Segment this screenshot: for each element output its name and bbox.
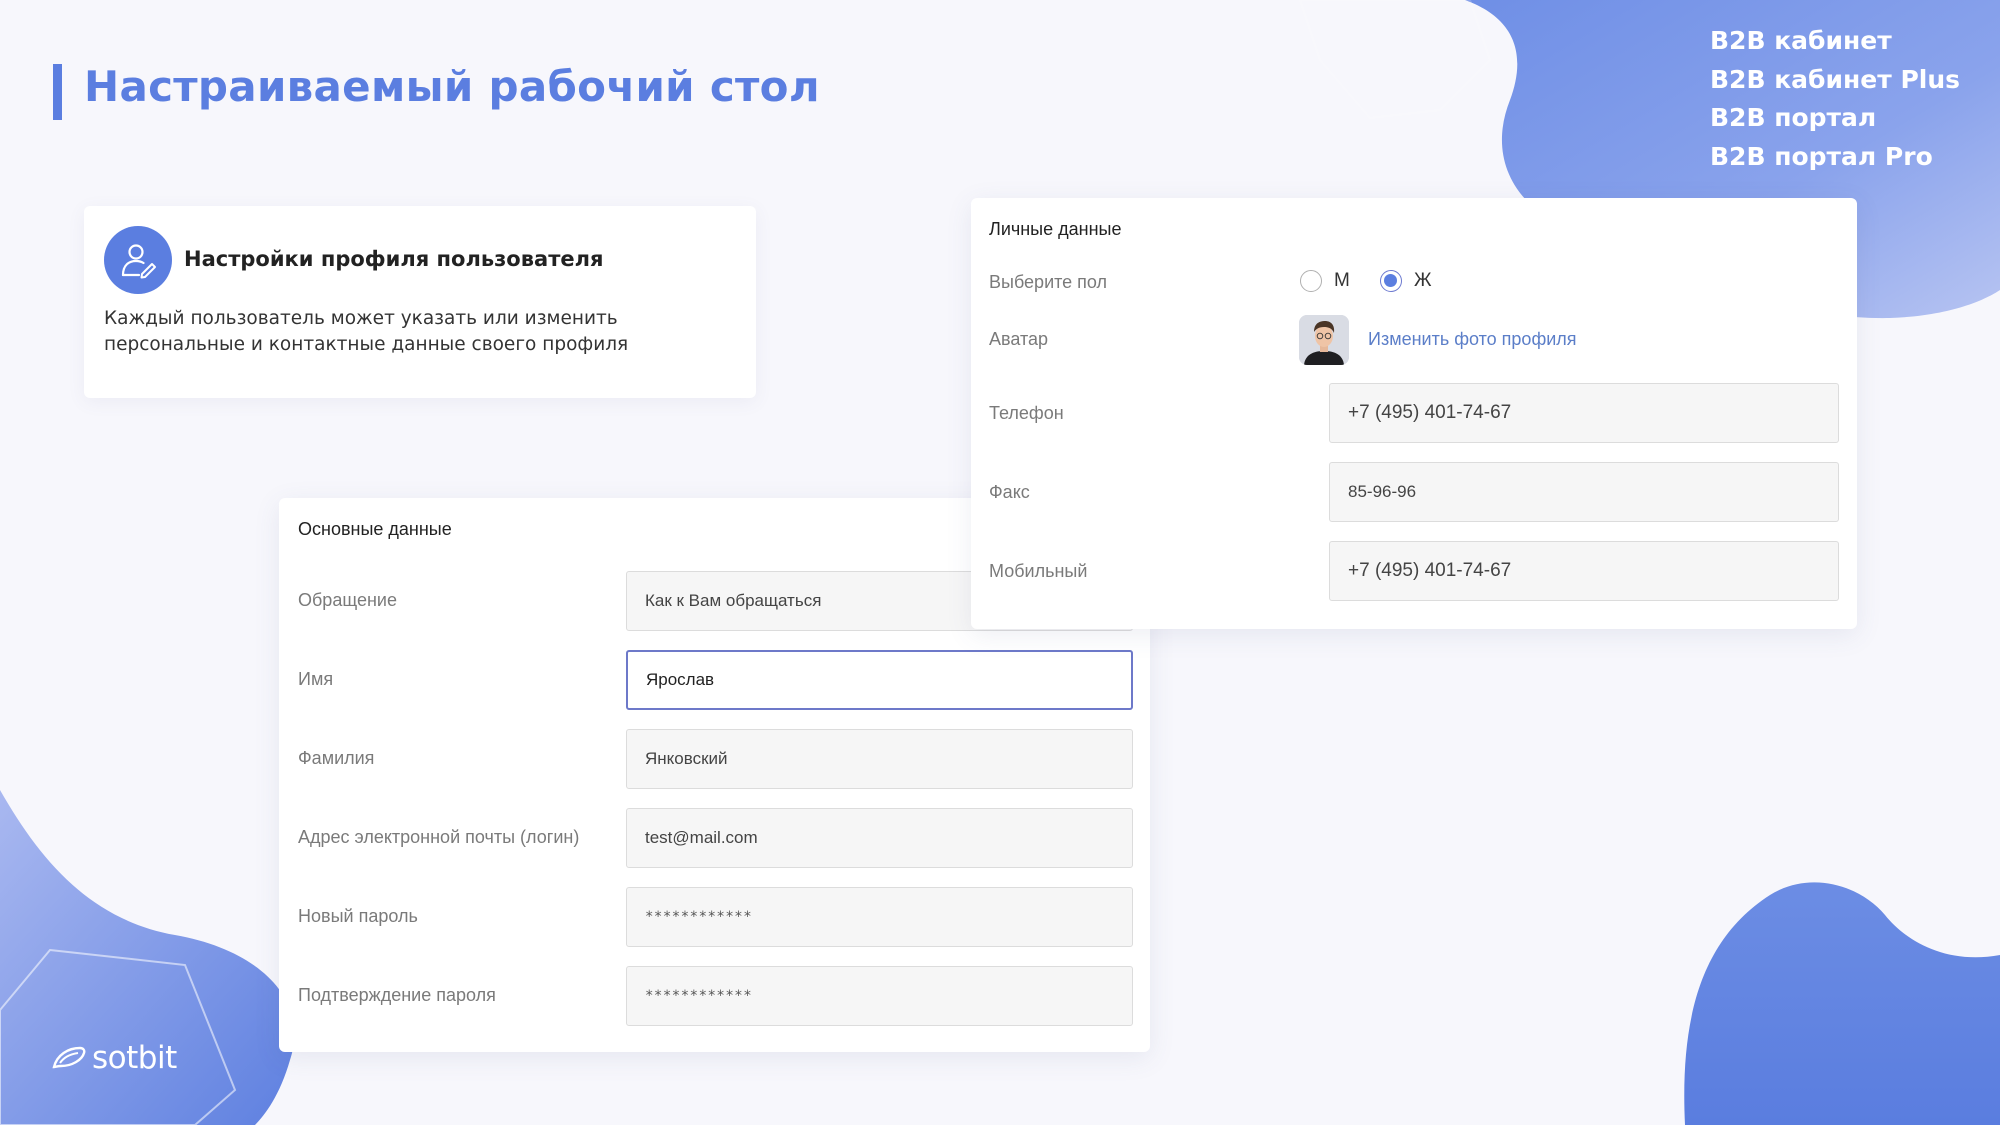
confirm-password-label: Подтверждение пароля — [298, 985, 496, 1005]
first-name-label: Имя — [298, 669, 334, 689]
gender-radio-male[interactable]: М — [1300, 270, 1350, 292]
logo-text: sotbit — [92, 1040, 177, 1076]
avatar — [1299, 315, 1349, 365]
avatar-label: Аватар — [989, 329, 1049, 349]
product-item: B2B кабинет — [1710, 26, 1892, 55]
product-item: B2B кабинет Plus — [1710, 64, 1961, 94]
info-card: Настройки профиля пользователя Каждый по… — [84, 206, 756, 398]
phone-label: Телефон — [989, 403, 1064, 423]
new-password-input[interactable]: ************ — [626, 887, 1133, 947]
main-form-title: Основные данные — [298, 519, 452, 539]
sotbit-logo: sotbit — [52, 1040, 177, 1076]
gender-radio-female[interactable]: Ж — [1380, 270, 1432, 292]
gender-label: Выберите пол — [989, 272, 1108, 292]
mobile-input[interactable]: +7 (495) 401-74-67 — [1329, 541, 1839, 601]
radio-button-checked[interactable] — [1380, 270, 1402, 292]
mobile-label: Мобильный — [989, 561, 1088, 581]
phone-input[interactable]: +7 (495) 401-74-67 — [1329, 383, 1839, 443]
salutation-label: Обращение — [298, 590, 397, 610]
user-edit-icon — [104, 226, 172, 294]
page-title: Настраиваемый рабочий стол — [84, 62, 820, 111]
radio-button-unchecked[interactable] — [1300, 270, 1322, 292]
info-card-description: Каждый пользователь может указать или из… — [104, 308, 629, 355]
info-card-title: Настройки профиля пользователя — [184, 247, 604, 271]
email-input[interactable]: test@mail.com — [626, 808, 1133, 868]
gender-option-label: Ж — [1414, 270, 1432, 291]
sotbit-logo-icon — [52, 1046, 86, 1069]
gender-option-label: М — [1334, 270, 1350, 291]
personal-form-title: Личные данные — [989, 219, 1122, 239]
fax-input[interactable]: 85-96-96 — [1329, 462, 1839, 522]
confirm-password-input[interactable]: ************ — [626, 966, 1133, 1026]
last-name-label: Фамилия — [298, 748, 375, 768]
first-name-input[interactable]: Ярослав — [626, 650, 1133, 710]
product-list: B2B кабинет B2B кабинет Plus B2B портал … — [1710, 22, 1960, 176]
new-password-label: Новый пароль — [298, 906, 418, 926]
product-item: B2B портал — [1710, 103, 1877, 132]
last-name-input[interactable]: Янковский — [626, 729, 1133, 789]
personal-data-form: Личные данные Выберите пол М Ж Аватар Из… — [971, 198, 1857, 629]
product-item: B2B портал Pro — [1710, 141, 1933, 171]
change-photo-link[interactable]: Изменить фото профиля — [1368, 329, 1577, 350]
title-accent-bar — [53, 64, 62, 120]
fax-label: Факс — [989, 482, 1030, 502]
email-label: Адрес электронной почты (логин) — [298, 827, 580, 847]
